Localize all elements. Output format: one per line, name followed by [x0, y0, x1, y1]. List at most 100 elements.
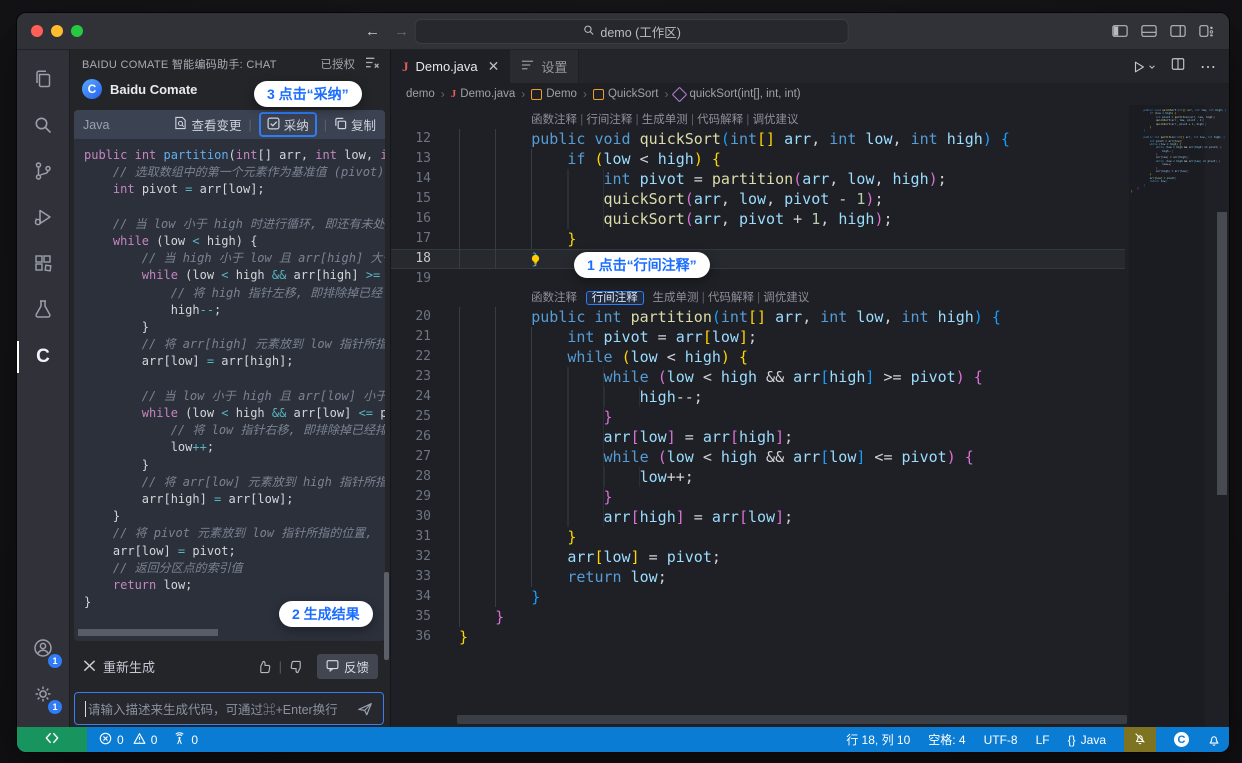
- codelens-action[interactable]: 生成单测: [653, 292, 699, 304]
- authorized-status[interactable]: 已授权: [321, 56, 356, 72]
- chat-input[interactable]: 请输入描述来生成代码，可通过⌘+Enter换行: [74, 692, 384, 725]
- copy-button[interactable]: 复制: [334, 115, 376, 134]
- line-number: 21: [391, 327, 431, 347]
- problems-indicator[interactable]: 0 0: [99, 732, 157, 748]
- editor-actions: ⋯: [1119, 50, 1229, 83]
- clear-chat-icon[interactable]: [365, 56, 380, 72]
- comate-status-icon[interactable]: C: [1174, 732, 1189, 747]
- more-actions-icon[interactable]: ⋯: [1200, 57, 1216, 77]
- toggle-sidebar-icon[interactable]: [1112, 24, 1128, 38]
- editor-line: 27 while (low < high && arr[low] <= pivo…: [391, 447, 1125, 467]
- chat-code-line: while (low < high && arr[high] >= pivot)…: [84, 267, 385, 284]
- chat-code-line: // 返回分区点的索引值: [84, 560, 385, 577]
- breadcrumb-file[interactable]: JDemo.java: [451, 88, 515, 100]
- extensions-icon: [31, 251, 55, 280]
- toggle-secondary-sidebar-icon[interactable]: [1170, 24, 1186, 38]
- indentation[interactable]: 空格: 4: [928, 731, 965, 748]
- breadcrumb-method[interactable]: quickSort(int[], int, int): [674, 88, 800, 100]
- line-number: 22: [391, 347, 431, 367]
- settings-tab-icon: [521, 59, 534, 74]
- code-language-label: Java: [83, 118, 109, 132]
- sidebar-item-baidu-comate[interactable]: C: [17, 334, 69, 380]
- customize-layout-icon[interactable]: [1199, 24, 1215, 38]
- tab-settings[interactable]: 设置: [510, 50, 579, 83]
- language-mode[interactable]: {}Java: [1068, 733, 1106, 747]
- sidebar-item-extensions[interactable]: [17, 242, 69, 288]
- line-number: 35: [391, 607, 431, 627]
- minimap[interactable]: public void quickSort(int[] arr, int low…: [1129, 105, 1205, 727]
- codelens-action[interactable]: 生成单测: [642, 114, 688, 126]
- radio-tower-icon: [173, 732, 186, 748]
- thumbs-up-icon[interactable]: [256, 659, 272, 675]
- line-number: 25: [391, 407, 431, 427]
- zoom-window-button[interactable]: [71, 25, 83, 37]
- settings-button[interactable]: 1: [17, 673, 69, 719]
- codelens-action[interactable]: 调优建议: [753, 114, 799, 126]
- minimize-window-button[interactable]: [51, 25, 63, 37]
- chat-code-line: arr[low] = pivot;: [84, 543, 385, 560]
- nav-back-icon[interactable]: ←: [365, 23, 380, 40]
- line-number: 19: [391, 269, 431, 289]
- scrollbar-thumb[interactable]: [1217, 212, 1227, 495]
- code-block-hscrollbar[interactable]: [78, 629, 218, 636]
- line-number: 28: [391, 467, 431, 487]
- split-editor-icon[interactable]: [1171, 57, 1185, 76]
- codelens-action[interactable]: 行间注释: [586, 291, 644, 305]
- sidebar-item-source-control[interactable]: [17, 150, 69, 196]
- sidebar-item-search[interactable]: [17, 104, 69, 150]
- tab-demo-java[interactable]: J Demo.java ✕: [391, 50, 510, 83]
- editor-line: 18 }: [391, 249, 1125, 269]
- editor-line: }: [1131, 190, 1203, 193]
- breadcrumb-folder[interactable]: demo: [406, 88, 435, 100]
- codelens-action[interactable]: 函数注释: [531, 292, 577, 304]
- code-editor[interactable]: 函数注释 | 行间注释 | 生成单测 | 代码解释 | 调优建议12 publi…: [391, 105, 1229, 727]
- comate-quota-indicator[interactable]: [1124, 727, 1156, 752]
- editor-line: 19: [391, 269, 1125, 289]
- java-file-icon: J: [402, 59, 409, 75]
- chat-code-line: while (low < high && arr[low] <= pivot) …: [84, 405, 385, 422]
- codelens-separator: |: [699, 292, 708, 304]
- encoding[interactable]: UTF-8: [984, 733, 1018, 747]
- annotation-step2: 2 生成结果: [279, 601, 373, 627]
- chat-code-line: // 将 high 指针左移, 即排除掉已经: [84, 285, 385, 302]
- send-icon[interactable]: [357, 701, 373, 717]
- codelens-action[interactable]: 函数注释: [531, 114, 577, 126]
- accept-button[interactable]: 采纳: [259, 112, 317, 137]
- remote-indicator[interactable]: [17, 727, 87, 752]
- line-number: 20: [391, 307, 431, 327]
- feedback-button[interactable]: 反馈: [317, 654, 378, 679]
- thumbs-down-icon[interactable]: [289, 659, 305, 675]
- nav-forward-icon[interactable]: →: [394, 23, 409, 40]
- close-tab-icon[interactable]: ✕: [488, 58, 500, 75]
- run-button[interactable]: [1132, 60, 1156, 74]
- command-center-search[interactable]: demo (工作区): [415, 19, 849, 44]
- panel-scrollbar[interactable]: [384, 572, 389, 660]
- notifications-bell-icon[interactable]: [1207, 733, 1221, 747]
- breadcrumb-class-quicksort[interactable]: QuickSort: [593, 88, 659, 100]
- codelens-action[interactable]: 调优建议: [763, 292, 809, 304]
- codelens-separator: |: [743, 114, 752, 126]
- toggle-panel-icon[interactable]: [1141, 24, 1157, 38]
- close-window-button[interactable]: [31, 25, 43, 37]
- regenerate-button[interactable]: 重新生成: [82, 657, 155, 676]
- editor-vscrollbar[interactable]: [1215, 105, 1229, 727]
- accounts-button[interactable]: 1: [17, 627, 69, 673]
- ports-indicator[interactable]: 0: [173, 732, 198, 748]
- sidebar-item-run-debug[interactable]: [17, 196, 69, 242]
- cursor-position[interactable]: 行 18, 列 10: [846, 731, 910, 748]
- codelens-action[interactable]: 行间注释: [586, 114, 632, 126]
- breadcrumb-class-demo[interactable]: Demo: [531, 88, 577, 100]
- message-actions: 重新生成 | 反馈: [70, 654, 390, 679]
- codelens-action[interactable]: 代码解释: [708, 292, 754, 304]
- view-changes-button[interactable]: 查看变更: [174, 115, 241, 134]
- java-file-icon: J: [451, 88, 457, 100]
- codelens-action[interactable]: 代码解释: [697, 114, 743, 126]
- sidebar-item-explorer[interactable]: [17, 58, 69, 104]
- error-icon: [99, 732, 112, 748]
- remote-icon: [44, 731, 60, 748]
- sidebar-item-testing[interactable]: [17, 288, 69, 334]
- eol-sequence[interactable]: LF: [1036, 733, 1050, 747]
- line-number: 12: [391, 129, 431, 149]
- chat-code-line: }: [84, 457, 385, 474]
- editor-hscrollbar[interactable]: [457, 715, 1127, 724]
